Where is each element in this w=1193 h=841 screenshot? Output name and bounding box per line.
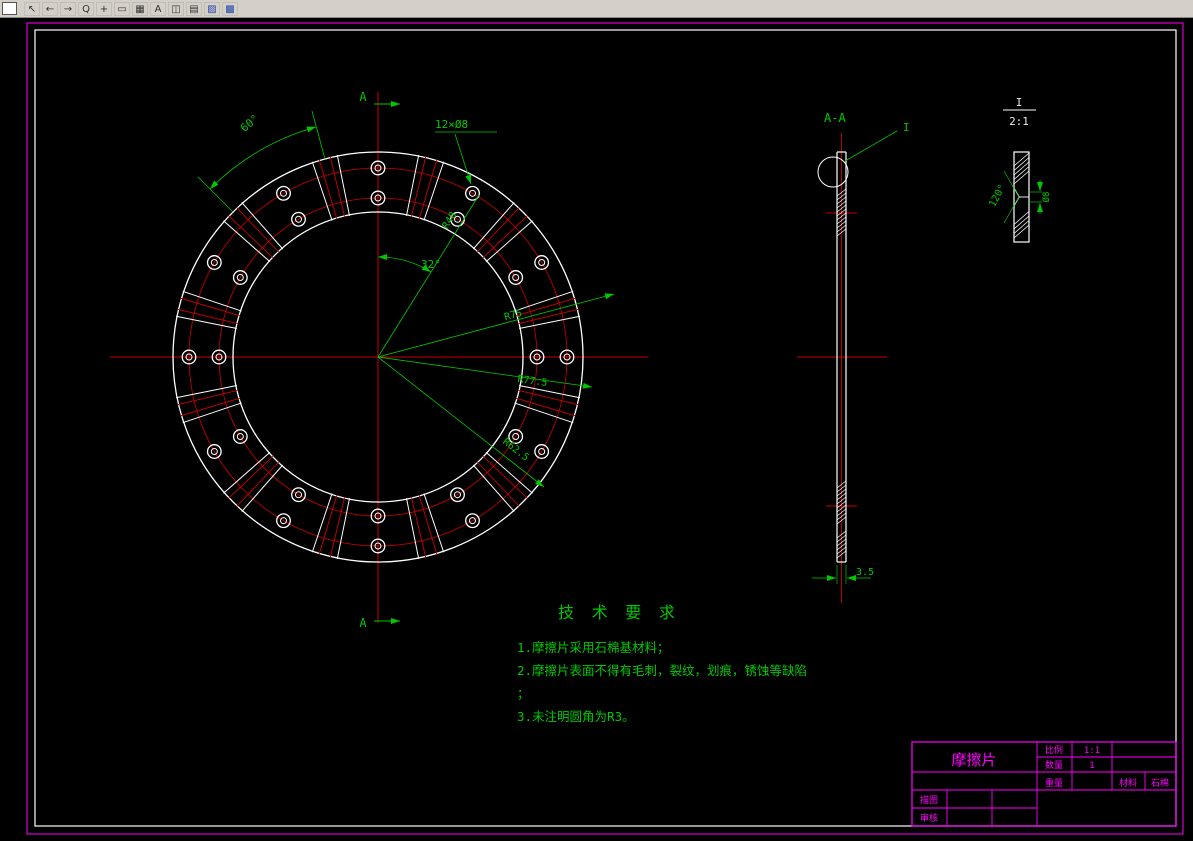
front-view[interactable]: 60° 12×Ø8 32° R48 R75 R77.5 R62.5 A A xyxy=(110,90,648,630)
hatch-tool-icon[interactable]: ▦ xyxy=(132,1,148,16)
segment-slot-line[interactable] xyxy=(410,156,427,218)
section-letter-top: A xyxy=(359,90,367,104)
dim-r75-text[interactable]: R75 xyxy=(503,308,523,323)
segment-slot-line[interactable] xyxy=(517,389,579,406)
dim-r48-text[interactable]: R48 xyxy=(440,210,459,231)
segment-slot-line[interactable] xyxy=(519,384,581,399)
dim-r75[interactable]: R75 xyxy=(377,293,615,358)
material-label: 材料 xyxy=(1119,777,1137,789)
tech-requirement-line: 1.摩擦片采用石棉基材料； xyxy=(517,640,670,655)
cad-canvas[interactable]: 60° 12×Ø8 32° R48 R75 R77.5 R62.5 A A A-… xyxy=(0,18,1193,841)
qty-label: 数量 xyxy=(1045,759,1063,771)
dim-holes-callout[interactable]: 12×Ø8 xyxy=(435,118,497,185)
rectangle-tool-icon[interactable]: ▭ xyxy=(114,1,130,16)
tech-requirement-line: 2.摩擦片表面不得有毛刺，裂纹，划痕，锈蚀等缺陷 xyxy=(517,663,807,678)
toolbar-icon-strip: ↖ ← → Q + ▭ ▦ A ◫ ▤ ▨ ▩ xyxy=(24,1,238,16)
segment-slot-line[interactable] xyxy=(482,455,528,499)
title-block-part-name: 摩擦片 xyxy=(951,751,996,769)
detail-title-mark: I xyxy=(1016,96,1023,109)
tech-requirement-line: 3.未注明圆角为R3。 xyxy=(517,709,635,724)
check-row-label: 审核 xyxy=(920,812,938,824)
tech-requirements-title: 技 术 要 求 xyxy=(558,603,679,622)
redo-icon[interactable]: → xyxy=(60,1,76,16)
segment-slot-line[interactable] xyxy=(329,496,346,558)
dim-thickness[interactable]: 3.5 xyxy=(812,565,874,584)
dim-hole-dia[interactable]: Ø8 xyxy=(1029,180,1052,214)
segment-slot-line[interactable] xyxy=(476,207,520,253)
segment-slot-line[interactable] xyxy=(405,154,420,216)
title-block[interactable]: 摩擦片 比例 1:1 数量 1 重量 材料 石棉 描图 审核 xyxy=(911,741,1177,827)
segment-slot-line[interactable] xyxy=(482,215,528,259)
segment-slot-line[interactable] xyxy=(476,461,520,507)
dim-r77[interactable]: R77.5 xyxy=(377,356,593,389)
dim-r62-text[interactable]: R62.5 xyxy=(500,436,530,463)
segment-slot-line[interactable] xyxy=(177,389,239,406)
segment-slot-line[interactable] xyxy=(329,156,346,218)
text-tool-icon[interactable]: A xyxy=(150,1,166,16)
section-title: A-A xyxy=(824,111,846,125)
dim-hole-dia-text[interactable]: Ø8 xyxy=(1041,192,1052,203)
segment-slot-line[interactable] xyxy=(175,384,237,399)
scale-label: 比例 xyxy=(1045,744,1063,756)
undo-icon[interactable]: ← xyxy=(42,1,58,16)
osnap-toggle-icon[interactable]: ▩ xyxy=(222,1,238,16)
layout-icon[interactable]: ◫ xyxy=(168,1,184,16)
dim-angle-32-text[interactable]: 32° xyxy=(421,258,441,271)
segment-slot-line[interactable] xyxy=(519,315,581,330)
segment-slot-line[interactable] xyxy=(236,461,280,507)
segment-slot-line[interactable] xyxy=(175,315,237,330)
tracing-row-label: 描图 xyxy=(920,794,938,806)
tech-requirements-lines: 1.摩擦片采用石棉基材料； 2.摩擦片表面不得有毛刺，裂纹，划痕，锈蚀等缺陷 ； 3.… xyxy=(517,640,807,724)
weight-label: 重量 xyxy=(1045,777,1063,789)
dim-thickness-text[interactable]: 3.5 xyxy=(856,567,874,578)
dim-angle-60[interactable]: 60° xyxy=(197,110,326,213)
countersink-notch[interactable] xyxy=(1013,187,1020,207)
select-tool-icon[interactable]: ↖ xyxy=(24,1,40,16)
qty-value: 1 xyxy=(1089,761,1094,771)
dim-angle-32[interactable]: 32° R48 xyxy=(377,194,480,358)
detail-title-scale: 2:1 xyxy=(1009,115,1029,128)
segment-slot-line[interactable] xyxy=(177,308,239,325)
grid-toggle-icon[interactable]: ▨ xyxy=(204,1,220,16)
segment-slot-line[interactable] xyxy=(236,207,280,253)
segment-slot-line[interactable] xyxy=(336,154,351,216)
segment-slot-line[interactable] xyxy=(228,455,274,499)
dim-countersink-angle-text[interactable]: 120° xyxy=(987,183,1008,209)
scale-value: 1:1 xyxy=(1084,746,1100,756)
dim-r77-text[interactable]: R77.5 xyxy=(517,374,548,389)
dim-angle-60-text[interactable]: 60° xyxy=(238,112,262,135)
segment-slot-line[interactable] xyxy=(228,215,274,259)
segment-slot-line[interactable] xyxy=(405,498,420,560)
section-view[interactable]: A-A I 3.5 xyxy=(797,111,910,603)
layers-icon[interactable]: ▤ xyxy=(186,1,202,16)
window-menu-chip[interactable] xyxy=(2,2,17,15)
tech-requirement-line: ； xyxy=(517,686,530,701)
tech-requirements[interactable]: 技 术 要 求 1.摩擦片采用石棉基材料； 2.摩擦片表面不得有毛刺，裂纹，划痕，… xyxy=(517,603,807,724)
toolbar: ↖ ← → Q + ▭ ▦ A ◫ ▤ ▨ ▩ xyxy=(0,0,1193,18)
detail-hatch xyxy=(1013,152,1030,239)
pan-tool-icon[interactable]: + xyxy=(96,1,112,16)
detail-mark-label: I xyxy=(903,121,910,134)
drawing-frame xyxy=(34,29,1177,827)
zoom-tool-icon[interactable]: Q xyxy=(78,1,94,16)
material-value: 石棉 xyxy=(1151,777,1169,789)
section-letter-bottom: A xyxy=(359,616,367,630)
detail-boundary-circle[interactable] xyxy=(817,156,849,188)
dim-holes-text[interactable]: 12×Ø8 xyxy=(435,118,468,131)
segment-slot-line[interactable] xyxy=(336,498,351,560)
segment-slot-line[interactable] xyxy=(410,496,427,558)
detail-view[interactable]: I 2:1 120° Ø8 xyxy=(987,96,1052,243)
